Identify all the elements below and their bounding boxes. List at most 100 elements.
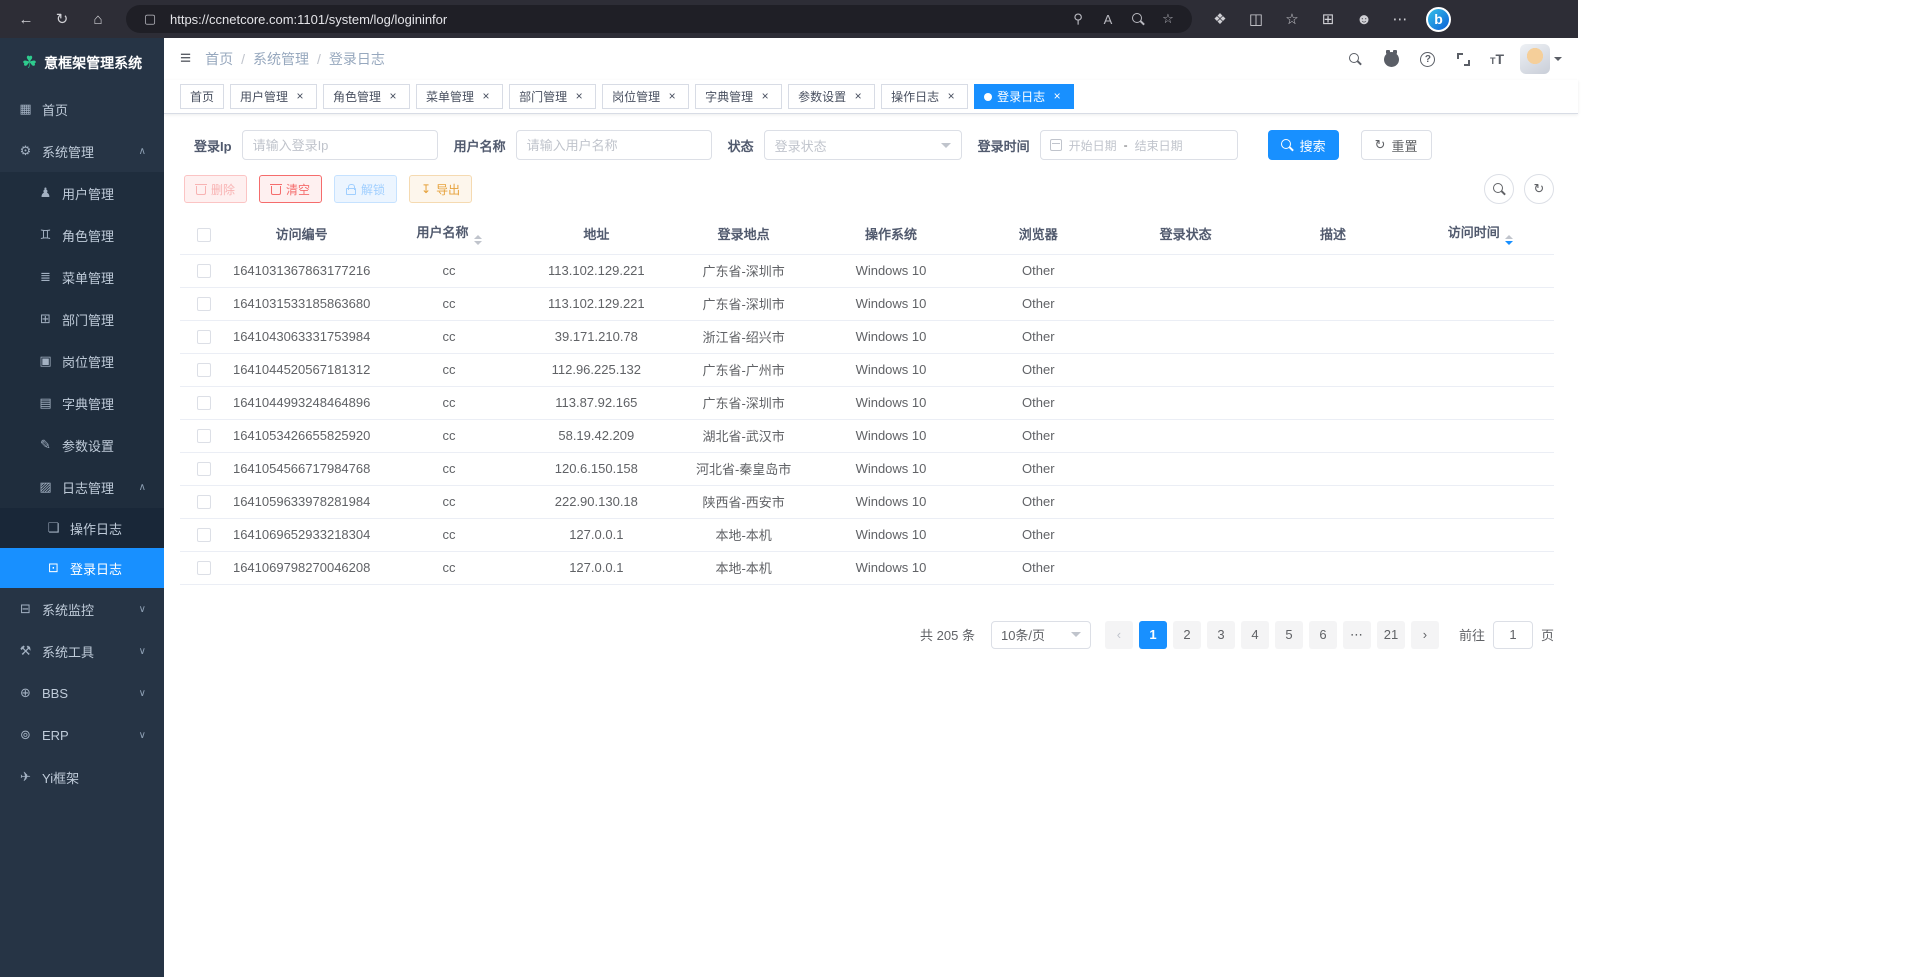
reload-icon[interactable]: ↻ [46,4,78,34]
user-name-input[interactable] [516,130,712,160]
page-button-4[interactable]: 4 [1241,621,1269,649]
sidebar-item-dept-management[interactable]: ⊞部门管理 [0,298,164,340]
close-icon[interactable]: × [944,90,958,104]
goto-page-input[interactable] [1493,621,1533,649]
address-bar[interactable]: ▢ https://ccnetcore.com:1101/system/log/… [126,5,1192,33]
login-ip-input[interactable] [242,130,438,160]
split-screen-icon[interactable]: ◫ [1240,4,1272,34]
text-size-icon[interactable]: TT [1490,51,1504,67]
next-page-button[interactable]: › [1411,621,1439,649]
sidebar-item-menu-management[interactable]: ≣菜单管理 [0,256,164,298]
sidebar-item-bbs[interactable]: ⊕BBS∨ [0,672,164,714]
row-checkbox[interactable] [197,264,211,278]
fold-menu-icon[interactable]: ≡ [180,48,191,70]
row-checkbox[interactable] [197,396,211,410]
page-button-21[interactable]: 21 [1377,621,1405,649]
tab-role-management[interactable]: 角色管理× [323,84,410,109]
more-menu-icon[interactable]: ⋯ [1384,4,1416,34]
close-icon[interactable]: × [293,90,307,104]
page-button-3[interactable]: 3 [1207,621,1235,649]
row-checkbox[interactable] [197,495,211,509]
bing-chat-icon[interactable]: b [1426,7,1451,32]
sort-icon[interactable] [474,235,482,245]
sidebar-item-log-management[interactable]: ▨日志管理∧ [0,466,164,508]
tab-user-management[interactable]: 用户管理× [230,84,317,109]
add-favorite-star-icon[interactable]: ☆ [1158,11,1178,27]
browser-profile-icon[interactable]: ☻ [1348,4,1380,34]
sidebar-item-dict-management[interactable]: ▤字典管理 [0,382,164,424]
sidebar-item-operation-log[interactable]: ❏操作日志 [0,508,164,548]
zoom-icon[interactable] [1128,13,1148,26]
sidebar-item-user-management[interactable]: ♟用户管理 [0,172,164,214]
sidebar-item-system-management[interactable]: ⚙系统管理∧ [0,130,164,172]
sidebar-item-erp[interactable]: ⊚ERP∨ [0,714,164,756]
header-search-icon[interactable] [1346,49,1366,69]
sidebar-item-login-log[interactable]: ⊡登录日志 [0,548,164,588]
url-text[interactable]: https://ccnetcore.com:1101/system/log/lo… [170,12,1058,27]
status-select[interactable]: 登录状态 [764,130,962,160]
back-icon[interactable]: ← [10,4,42,34]
page-button-1[interactable]: 1 [1139,621,1167,649]
sidebar-item-home[interactable]: ▦首页 [0,88,164,130]
close-icon[interactable]: × [1050,90,1064,104]
page-button-5[interactable]: 5 [1275,621,1303,649]
unlock-button[interactable]: 解锁 [334,175,397,203]
tab-dict-management[interactable]: 字典管理× [695,84,782,109]
github-icon[interactable] [1382,49,1402,69]
select-all-checkbox[interactable] [197,228,211,242]
tab-operation-log[interactable]: 操作日志× [881,84,968,109]
close-icon[interactable]: × [665,90,679,104]
prev-page-button[interactable]: ‹ [1105,621,1133,649]
favorites-icon[interactable]: ☆ [1276,4,1308,34]
search-button[interactable]: 搜索 [1268,130,1339,160]
sidebar-item-role-management[interactable]: ♊角色管理 [0,214,164,256]
row-checkbox[interactable] [197,462,211,476]
row-checkbox[interactable] [197,363,211,377]
breadcrumb-item[interactable]: 系统管理 [253,49,309,69]
clear-button[interactable]: 清空 [259,175,322,203]
close-icon[interactable]: × [386,90,400,104]
column-header-time[interactable]: 访问时间 [1407,214,1554,254]
tab-dept-management[interactable]: 部门管理× [509,84,596,109]
close-icon[interactable]: × [479,90,493,104]
avatar[interactable] [1520,44,1550,74]
sidebar-item-post-management[interactable]: ▣岗位管理 [0,340,164,382]
refresh-table-button[interactable]: ↻ [1524,174,1554,204]
browser-home-icon[interactable]: ⌂ [82,4,114,34]
help-icon[interactable]: ? [1418,49,1438,69]
close-icon[interactable]: × [758,90,772,104]
sidebar-item-system-monitor[interactable]: ⊟系统监控∨ [0,588,164,630]
row-checkbox[interactable] [197,561,211,575]
delete-button[interactable]: 删除 [184,175,247,203]
row-checkbox[interactable] [197,297,211,311]
tab-home[interactable]: 首页 [180,84,224,109]
tab-login-log[interactable]: 登录日志× [974,84,1074,109]
sidebar-item-param-settings[interactable]: ✎参数设置 [0,424,164,466]
sort-icon[interactable] [1505,235,1513,245]
pager-ellipsis[interactable]: ⋯ [1343,621,1371,649]
show-search-button[interactable] [1484,174,1514,204]
sidebar-item-system-tools[interactable]: ⚒系统工具∨ [0,630,164,672]
tab-menu-management[interactable]: 菜单管理× [416,84,503,109]
row-checkbox[interactable] [197,528,211,542]
close-icon[interactable]: × [851,90,865,104]
reset-button[interactable]: ↻ 重置 [1361,130,1432,160]
password-key-icon[interactable]: ⚲ [1068,11,1088,27]
page-button-6[interactable]: 6 [1309,621,1337,649]
date-range-picker[interactable]: 开始日期 - 结束日期 [1040,130,1238,160]
fullscreen-icon[interactable] [1454,49,1474,69]
tab-param-settings[interactable]: 参数设置× [788,84,875,109]
row-checkbox[interactable] [197,330,211,344]
row-checkbox[interactable] [197,429,211,443]
page-button-2[interactable]: 2 [1173,621,1201,649]
page-size-select[interactable]: 10条/页 [991,621,1091,649]
extensions-icon[interactable]: ❖ [1204,4,1236,34]
collections-icon[interactable]: ⊞ [1312,4,1344,34]
close-icon[interactable]: × [572,90,586,104]
export-button[interactable]: ↧ 导出 [409,175,472,203]
column-header-user[interactable]: 用户名称 [375,214,522,254]
sidebar-item-yi-framework[interactable]: ✈Yi框架 [0,756,164,798]
tab-post-management[interactable]: 岗位管理× [602,84,689,109]
breadcrumb-item[interactable]: 首页 [205,49,233,69]
read-aloud-icon[interactable]: A [1098,12,1118,27]
